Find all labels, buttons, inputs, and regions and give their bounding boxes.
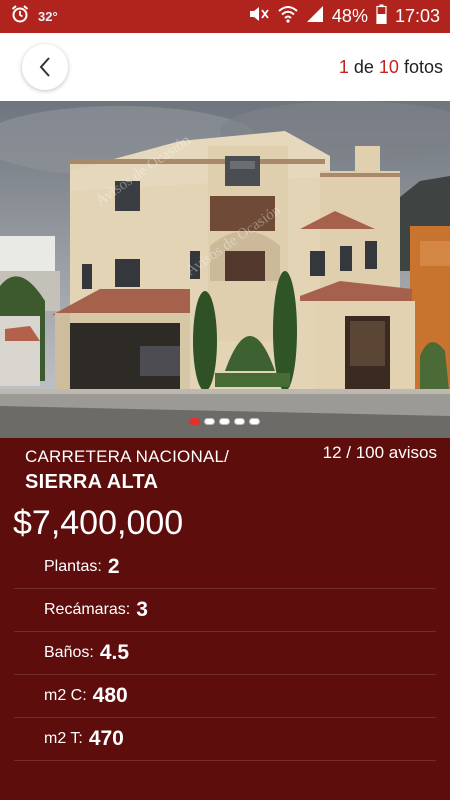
alarm-icon	[10, 4, 30, 29]
avisos-counter: 12 / 100 avisos	[322, 443, 437, 462]
app-screen: 32° 48% 17:03 1 de 10 fotos Avisos de Oc…	[0, 0, 450, 800]
wifi-icon	[278, 5, 298, 28]
spec-value: 470	[88, 727, 124, 750]
spec-row-recamaras: Recámaras: 3	[14, 589, 436, 632]
photo-counter-sep: de	[353, 57, 374, 77]
spec-row-m2-construccion: m2 C: 480	[14, 675, 436, 718]
spec-label: Recámaras:	[44, 601, 131, 618]
pagination-dot[interactable]	[189, 418, 200, 425]
spec-value: 2	[107, 555, 120, 578]
spec-row-m2-terreno: m2 T: 470	[14, 718, 436, 761]
spec-label: m2 T:	[44, 730, 83, 747]
current-photo-number: 1	[338, 57, 349, 77]
mute-icon	[248, 5, 270, 28]
pagination-dot[interactable]	[249, 418, 260, 425]
photo-counter: 1 de 10 fotos	[339, 57, 443, 78]
location-line-1: CARRETERA NACIONAL/	[25, 447, 230, 466]
top-bar: 1 de 10 fotos	[0, 33, 450, 101]
spec-label: Plantas:	[44, 558, 102, 575]
spec-value: 480	[92, 684, 128, 707]
signal-icon	[306, 5, 324, 28]
pagination-dot[interactable]	[204, 418, 215, 425]
total-photo-number: 10	[378, 57, 399, 77]
property-photo[interactable]: Avisos de Ocasión Avisos de Ocasión	[0, 101, 450, 438]
pagination-dot[interactable]	[234, 418, 245, 425]
spec-label: m2 C:	[44, 687, 87, 704]
price: $7,400,000	[13, 504, 184, 542]
photo-pagination	[189, 418, 260, 425]
spec-row-plantas: Plantas: 2	[14, 546, 436, 589]
spec-value: 3	[136, 598, 148, 621]
status-bar: 32° 48% 17:03	[0, 0, 450, 33]
chevron-left-icon	[39, 57, 50, 77]
spec-row-banos: Baños: 4.5	[14, 632, 436, 675]
spec-value: 4.5	[99, 641, 130, 664]
battery-icon	[376, 4, 387, 29]
spec-list: Plantas: 2 Recámaras: 3 Baños: 4.5 m2 C:…	[14, 546, 436, 761]
clock-text: 17:03	[394, 6, 440, 26]
photo-counter-label: fotos	[403, 57, 443, 77]
battery-percent: 48%	[331, 6, 368, 26]
temperature-text: 32°	[38, 9, 58, 24]
listing-details: CARRETERA NACIONAL/ SIERRA ALTA 12 / 100…	[0, 438, 450, 800]
back-button[interactable]	[22, 44, 68, 90]
pagination-dot[interactable]	[219, 418, 230, 425]
spec-label: Baños:	[44, 644, 94, 661]
location-line-2: SIERRA ALTA	[25, 471, 159, 493]
